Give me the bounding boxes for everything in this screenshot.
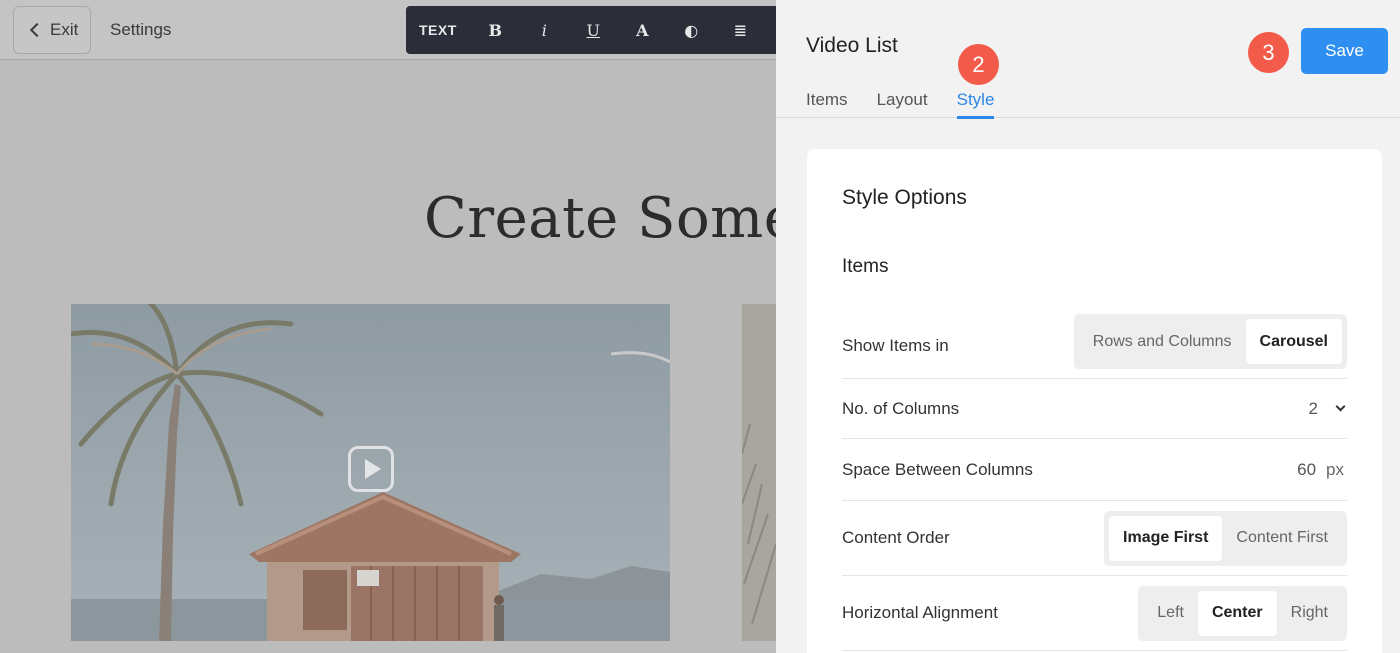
video-thumbnail-second[interactable] <box>742 304 776 641</box>
space-between-unit: px <box>1326 459 1344 479</box>
step-badge-2: 2 <box>958 44 999 85</box>
columns-select[interactable]: 2 <box>1309 399 1347 419</box>
option-center[interactable]: Center <box>1197 590 1277 636</box>
second-video-image <box>742 304 776 641</box>
panel-title: Video List <box>806 34 898 57</box>
toolbar-label: TEXT <box>419 22 457 38</box>
tab-layout[interactable]: Layout <box>877 90 928 119</box>
option-carousel[interactable]: Carousel <box>1245 319 1342 364</box>
exit-label: Exit <box>50 20 79 39</box>
content-order-row: Content Order Image First Content First <box>842 501 1347 576</box>
option-rows-and-columns[interactable]: Rows and Columns <box>1079 319 1246 364</box>
bold-icon[interactable]: B <box>471 6 520 54</box>
font-color-icon[interactable]: A <box>618 6 667 54</box>
show-items-in-label: Show Items in <box>842 335 949 355</box>
page-heading[interactable]: Create Someth <box>424 186 776 251</box>
italic-icon[interactable]: i <box>520 6 569 54</box>
horizontal-alignment-row: Horizontal Alignment Left Center Right <box>842 576 1347 651</box>
show-items-in-row: Show Items in Rows and Columns Carousel <box>842 313 1347 379</box>
editor-canvas: Exit Settings TEXT B i U A ◐ ≣ Create So… <box>0 0 776 653</box>
chevron-down-icon <box>1335 401 1346 412</box>
chevron-left-icon <box>29 22 45 38</box>
content-order-toggle: Image First Content First <box>1104 510 1347 566</box>
text-format-toolbar: TEXT B i U A ◐ ≣ <box>406 6 776 54</box>
show-items-in-toggle: Rows and Columns Carousel <box>1073 314 1347 369</box>
panel-tabs: Items Layout Style <box>806 90 1023 119</box>
editor-topbar: Exit Settings TEXT B i U A ◐ ≣ <box>0 0 776 60</box>
align-icon[interactable]: ≣ <box>716 6 765 54</box>
content-order-label: Content Order <box>842 528 950 547</box>
save-button[interactable]: Save <box>1301 28 1388 74</box>
columns-row: No. of Columns 2 <box>842 379 1347 439</box>
space-between-row: Space Between Columns 60 px <box>842 439 1347 501</box>
columns-label: No. of Columns <box>842 398 960 418</box>
space-between-label: Space Between Columns <box>842 459 1033 479</box>
columns-value: 2 <box>1308 398 1318 418</box>
step-badge-3: 3 <box>1248 32 1289 73</box>
horizontal-alignment-label: Horizontal Alignment <box>842 603 998 622</box>
section-title-items: Items <box>842 256 889 277</box>
exit-button[interactable]: Exit <box>13 6 91 54</box>
underline-icon[interactable]: U <box>569 6 618 54</box>
settings-panel: Video List Items Layout Style 2 3 Save S… <box>776 0 1400 653</box>
video-thumbnail[interactable] <box>71 304 670 641</box>
option-left[interactable]: Left <box>1143 591 1198 636</box>
option-image-first[interactable]: Image First <box>1109 515 1223 561</box>
tab-style[interactable]: Style <box>956 90 995 119</box>
card-title: Style Options <box>842 186 967 209</box>
contrast-icon[interactable]: ◐ <box>667 6 716 54</box>
space-between-input[interactable]: 60 px <box>1297 460 1347 480</box>
settings-link[interactable]: Settings <box>110 20 171 40</box>
space-between-value: 60 <box>1297 459 1317 479</box>
style-options-card: Style Options Items Show Items in Rows a… <box>807 149 1382 653</box>
tab-items[interactable]: Items <box>806 90 848 119</box>
option-content-first[interactable]: Content First <box>1222 516 1342 561</box>
horizontal-alignment-toggle: Left Center Right <box>1138 585 1347 641</box>
panel-header: Video List Items Layout Style 2 3 Save <box>776 0 1400 119</box>
play-icon[interactable] <box>348 446 394 492</box>
option-right[interactable]: Right <box>1277 591 1342 636</box>
